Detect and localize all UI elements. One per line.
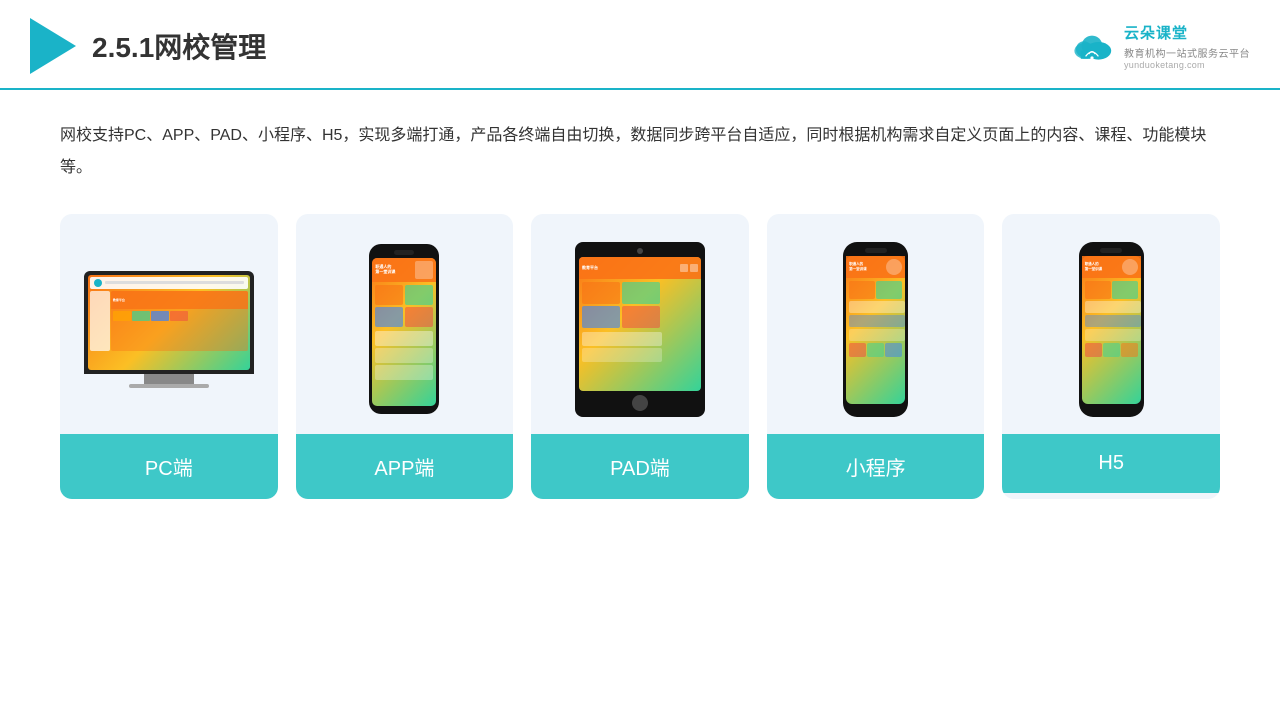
h5-image-area: 职通人的第一堂训课 — [1002, 214, 1220, 434]
app-phone-screen: 职通人的第一堂训课 — [372, 258, 436, 406]
tablet-camera — [637, 248, 643, 254]
miniprogram-screen: 职通人的第一堂训课 — [846, 256, 905, 404]
brand-name-text: 云朵课堂 教育机构一站式服务云平台 yunduoketang.com — [1124, 22, 1250, 70]
miniprogram-image-area: 职通人的第一堂训课 — [767, 214, 985, 434]
app-image-area: 职通人的第一堂训课 — [296, 214, 514, 434]
miniprogram-phone-mockup: 职通人的第一堂训课 — [843, 242, 908, 417]
pad-card: 教育平台 — [531, 214, 749, 499]
page-header: 2.5.1网校管理 云朵课堂 教育机构一站式服务云平台 yunduoketang… — [0, 0, 1280, 90]
phone-notch — [394, 250, 414, 255]
pad-tablet-mockup: 教育平台 — [575, 242, 705, 417]
logo-triangle-icon — [30, 18, 76, 74]
pc-card: 教育平台 — [60, 214, 278, 499]
pc-image-area: 教育平台 — [60, 214, 278, 434]
h5-label: H5 — [1002, 434, 1220, 493]
miniprogram-label: 小程序 — [767, 434, 985, 499]
h5-card: 职通人的第一堂训课 — [1002, 214, 1220, 499]
h5-screen: 职通人的第一堂训课 — [1082, 256, 1141, 404]
app-card: 职通人的第一堂训课 — [296, 214, 514, 499]
pad-tablet-screen: 教育平台 — [579, 257, 701, 391]
header-left: 2.5.1网校管理 — [30, 18, 266, 74]
header-brand: 云朵课堂 教育机构一站式服务云平台 yunduoketang.com — [1068, 22, 1250, 70]
page-title: 2.5.1网校管理 — [92, 26, 266, 66]
cloud-icon — [1068, 28, 1116, 64]
app-phone-mockup: 职通人的第一堂训课 — [369, 244, 439, 414]
tablet-home-button — [632, 395, 648, 411]
pc-mockup: 教育平台 — [84, 271, 254, 388]
description-text: 网校支持PC、APP、PAD、小程序、H5，实现多端打通，产品各终端自由切换，数… — [60, 120, 1220, 184]
h5-phone-mockup: 职通人的第一堂训课 — [1079, 242, 1144, 417]
app-label: APP端 — [296, 434, 514, 499]
h5-phone-notch — [1100, 248, 1122, 253]
miniprogram-card: 职通人的第一堂训课 — [767, 214, 985, 499]
cards-container: 教育平台 — [60, 214, 1220, 499]
mini-phone-notch — [865, 248, 887, 253]
brand-logo: 云朵课堂 教育机构一站式服务云平台 yunduoketang.com — [1068, 22, 1250, 70]
pc-label: PC端 — [60, 434, 278, 499]
pad-label: PAD端 — [531, 434, 749, 499]
main-content: 网校支持PC、APP、PAD、小程序、H5，实现多端打通，产品各终端自由切换，数… — [0, 90, 1280, 519]
pad-image-area: 教育平台 — [531, 214, 749, 434]
